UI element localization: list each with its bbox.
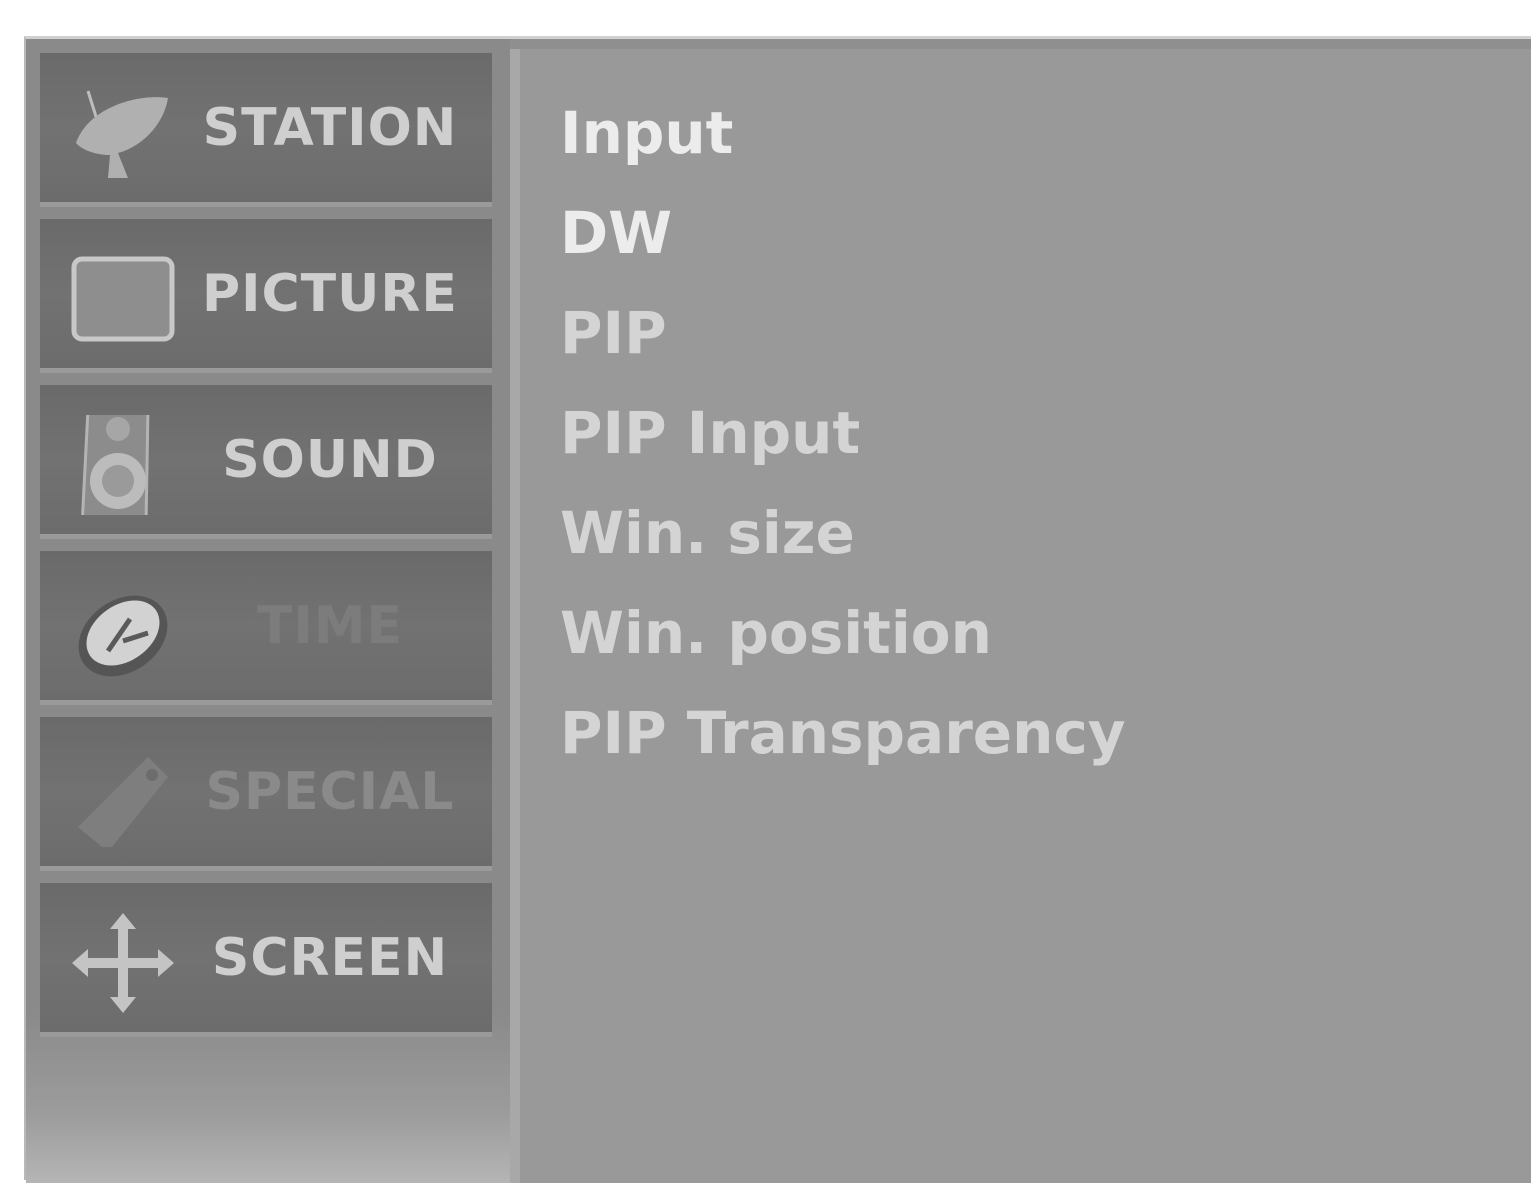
tab-label: SPECIAL [205,762,455,822]
menu-item-pip[interactable]: PIP [560,299,667,367]
menu-item-pip-transparency[interactable]: PIP Transparency [560,699,1126,767]
tab-special[interactable]: SPECIAL [40,717,492,871]
speaker-icon [81,415,150,515]
tab-screen[interactable]: SCREEN [40,883,492,1037]
tab-sound[interactable]: SOUND [40,385,492,539]
tab-station[interactable]: STATION [40,53,492,207]
move-arrows-icon [72,913,174,1013]
satellite-dish-icon [76,90,168,178]
menu-item-dw[interactable]: DW [560,199,672,267]
submenu-panel: Input DW PIP PIP Input Win. size Win. po… [510,49,1531,1183]
clock-icon [78,595,168,677]
menu-item-win-size[interactable]: Win. size [560,499,855,567]
menu-item-input[interactable]: Input [560,99,733,167]
menu-item-win-position[interactable]: Win. position [560,599,992,667]
tv-osd-menu: STATION PICTURE SOUND TIME SPECIAL SCREE… [24,36,1531,1183]
menu-sidebar: STATION PICTURE SOUND TIME SPECIAL SCREE… [26,39,510,1183]
tag-icon [78,757,168,847]
tv-screen-icon [71,256,175,342]
tab-label: TIME [256,596,404,656]
tab-label: SCREEN [211,928,449,988]
menu-item-pip-input[interactable]: PIP Input [560,399,860,467]
tab-label: PICTURE [202,264,458,324]
tab-label: SOUND [222,430,438,490]
tab-picture[interactable]: PICTURE [40,219,492,373]
tab-time[interactable]: TIME [40,551,492,705]
tab-label: STATION [202,98,458,158]
